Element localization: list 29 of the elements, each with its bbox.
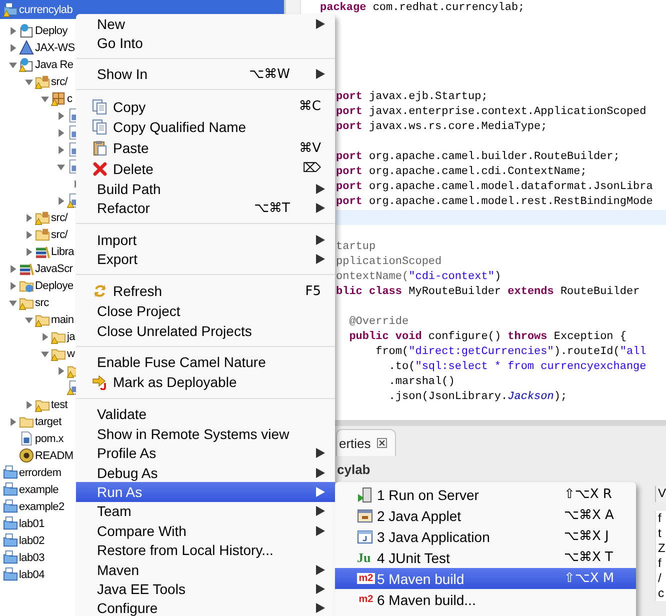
code-line: from("direct:getCurrencies").routeId("all: [374, 345, 646, 360]
column-header: V: [655, 486, 666, 502]
code-line: port org.apache.camel.model.dataformat.JsonLibra: [336, 180, 653, 195]
table-cell: /: [655, 571, 666, 586]
table-cell: f: [655, 511, 666, 526]
code-line: ontextName("cdi-context"): [336, 270, 502, 285]
code-line: tartup: [336, 240, 376, 255]
code-line: @Override: [348, 315, 409, 330]
junit-icon: Ju: [357, 550, 375, 566]
code-line: port javax.enterprise.context.ApplicationScoped: [336, 105, 646, 120]
table-cell: f: [655, 556, 666, 571]
table-cell: c: [655, 586, 666, 601]
maven-icon: m2: [357, 594, 375, 605]
code-line: package com.redhat.currencylab;: [320, 2, 525, 15]
code-line: port org.apache.camel.model.rest.RestBindingMode: [336, 195, 653, 210]
code-line: port org.apache.camel.cdi.ContextName;: [336, 165, 587, 180]
code-line: port org.apache.camel.builder.RouteBuilder;: [336, 150, 620, 165]
code-line: .to("sql:select * from currencyexchange: [388, 360, 646, 375]
code-line: public void configure() throws Exception {: [348, 330, 626, 345]
code-line: port javax.ws.rs.core.MediaType;: [336, 120, 548, 135]
code-line: blic class MyRouteBuilder extends RouteBuilder: [336, 285, 640, 300]
code-line: .json(JsonLibrary.Jackson);: [388, 390, 568, 405]
code-line: pplicationScoped: [336, 255, 442, 270]
properties-title: cylab: [337, 462, 370, 479]
code-line: port javax.ejb.Startup;: [336, 90, 488, 105]
maven-icon: m2: [357, 573, 375, 584]
table-cell: t: [655, 526, 666, 541]
code-line: .marshal(): [388, 375, 455, 390]
table-cell: Z: [655, 541, 666, 556]
